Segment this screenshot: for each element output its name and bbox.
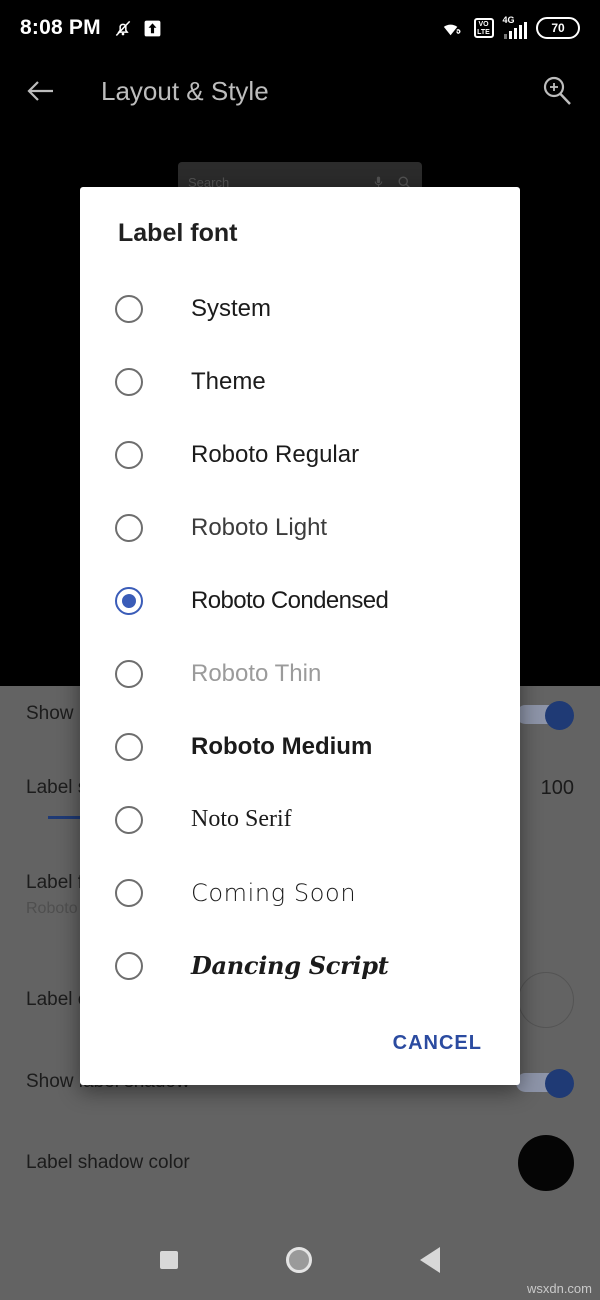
notifications-silenced-icon [115, 20, 130, 37]
font-option-label: Theme [191, 367, 266, 395]
setting-row-label-shadow-color[interactable]: Label shadow color [0, 1134, 600, 1192]
font-option-dancing-script[interactable]: Dancing Script [80, 929, 520, 1002]
volte-icon: VO LTE [473, 18, 494, 38]
setting-title: Label shadow color [26, 1152, 190, 1173]
toggle-thumb [545, 1069, 574, 1098]
radio-button[interactable] [115, 951, 143, 980]
wifi-icon [443, 24, 460, 36]
label-font-dialog: Label font System Theme Roboto Regular Robo… [80, 187, 520, 1085]
font-option-roboto-medium[interactable]: Roboto Medium [80, 710, 520, 783]
font-option-label: Roboto Medium [191, 732, 373, 760]
font-option-label: Coming Soon [191, 878, 357, 907]
font-option-roboto-light[interactable]: Roboto Light [80, 491, 520, 564]
back-triangle-icon[interactable] [420, 1247, 440, 1273]
font-option-label: Roboto Regular [191, 440, 360, 468]
font-option-label: Noto Serif [191, 806, 292, 832]
font-option-label: Roboto Condensed [191, 586, 389, 614]
upload-icon [144, 20, 161, 36]
status-bar: 8:08 PM VO LTE 4G 70 [0, 0, 600, 56]
back-arrow-icon[interactable] [26, 79, 56, 103]
radio-button[interactable] [115, 586, 143, 615]
radio-button[interactable] [115, 367, 143, 396]
system-navigation-bar: wsxdn.com [0, 1220, 600, 1300]
toggle-show-label-shadow[interactable] [516, 1069, 574, 1098]
recents-square-icon[interactable] [160, 1251, 178, 1269]
radio-button[interactable] [115, 659, 143, 688]
font-option-label: Dancing Script [191, 951, 389, 980]
zoom-in-icon[interactable] [540, 74, 574, 108]
dialog-title: Label font [118, 219, 238, 247]
toggle-thumb [545, 701, 574, 730]
font-option-roboto-regular[interactable]: Roboto Regular [80, 418, 520, 491]
cancel-button[interactable]: CANCEL [379, 1024, 496, 1063]
label-size-value: 100 [540, 776, 574, 799]
label-shadow-color-swatch[interactable] [518, 1135, 574, 1191]
app-bar: Layout & Style [0, 56, 600, 126]
radio-button[interactable] [115, 732, 143, 761]
toggle-show-label-background[interactable] [516, 701, 574, 730]
battery-indicator: 70 [536, 17, 580, 39]
font-option-system[interactable]: System [80, 272, 520, 345]
page-title: Layout & Style [101, 75, 269, 106]
label-color-swatch[interactable] [518, 972, 574, 1028]
radio-button[interactable] [115, 294, 143, 323]
font-option-label: Roboto Light [191, 513, 328, 541]
font-option-roboto-thin[interactable]: Roboto Thin [80, 637, 520, 710]
watermark: wsxdn.com [526, 1281, 592, 1296]
font-option-noto-serif[interactable]: Noto Serif [80, 783, 520, 856]
radio-button[interactable] [115, 513, 143, 542]
home-circle-icon[interactable] [286, 1247, 312, 1273]
phone-screen: Search Show label background Label size … [0, 0, 600, 1300]
font-option-coming-soon[interactable]: Coming Soon [80, 856, 520, 929]
radio-button[interactable] [115, 805, 143, 834]
radio-button[interactable] [115, 878, 143, 907]
font-option-label: Roboto Thin [191, 659, 322, 687]
radio-button[interactable] [115, 440, 143, 469]
font-option-roboto-condensed[interactable]: Roboto Condensed [80, 564, 520, 637]
font-option-label: System [191, 294, 272, 322]
signal-4g-icon: 4G [503, 15, 527, 39]
font-options-list: System Theme Roboto Regular Roboto Light Rob… [80, 272, 520, 1002]
font-option-theme[interactable]: Theme [80, 345, 520, 418]
status-bar-clock: 8:08 PM [20, 16, 101, 39]
